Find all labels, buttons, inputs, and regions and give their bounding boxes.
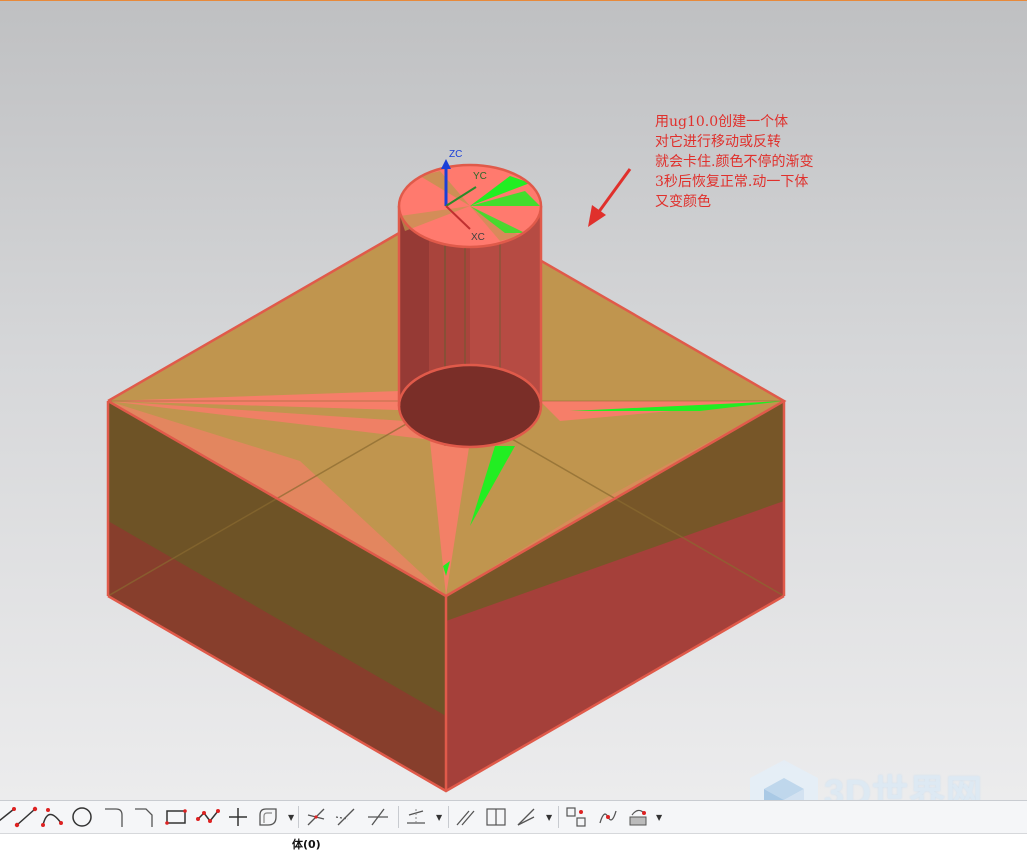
sketch-curve-toolbar: ▼ ▼ ▼ ▼ bbox=[0, 800, 1027, 834]
offset-curve-icon[interactable] bbox=[256, 805, 280, 829]
toolbar-separator bbox=[558, 806, 559, 828]
mirror-curve-icon[interactable] bbox=[596, 805, 620, 829]
toolbar-separator bbox=[448, 806, 449, 828]
make-corner-icon[interactable] bbox=[366, 805, 390, 829]
fillet-icon[interactable] bbox=[102, 805, 126, 829]
studio-spline-icon[interactable] bbox=[196, 805, 220, 829]
x-axis-label: XC bbox=[471, 232, 485, 243]
rapid-dimension-icon[interactable] bbox=[514, 805, 538, 829]
annotation-line: 3秒后恢复正常.动一下体 bbox=[655, 174, 809, 190]
geometric-constraints-icon[interactable] bbox=[454, 805, 478, 829]
chamfer-icon[interactable] bbox=[132, 805, 156, 829]
annotation-line: 对它进行移动或反转 bbox=[655, 134, 781, 150]
chevron-down-icon[interactable]: ▼ bbox=[436, 813, 442, 822]
display-constraints-icon[interactable] bbox=[484, 805, 508, 829]
chevron-down-icon[interactable]: ▼ bbox=[546, 813, 552, 822]
annotation-line: 用ug10.0创建一个体 bbox=[655, 114, 789, 130]
pattern-curve-icon[interactable] bbox=[564, 805, 588, 829]
derived-line-icon[interactable] bbox=[404, 805, 428, 829]
quick-trim-icon[interactable] bbox=[304, 805, 328, 829]
annotation-arrow bbox=[588, 168, 632, 227]
polyline-icon[interactable] bbox=[14, 805, 38, 829]
rectangle-icon[interactable] bbox=[164, 805, 188, 829]
toolbar-separator bbox=[398, 806, 399, 828]
toolbar-separator bbox=[298, 806, 299, 828]
circle-icon[interactable] bbox=[70, 805, 94, 829]
y-axis-label: YC bbox=[473, 171, 487, 182]
chevron-down-icon[interactable]: ▼ bbox=[288, 813, 294, 822]
point-icon[interactable] bbox=[226, 805, 250, 829]
status-bar: 体(0) bbox=[0, 834, 1027, 852]
graphics-viewport[interactable]: ZC YC XC 用ug10.0创建一个体 对它进行移动或反转 就会卡住.颜色不… bbox=[0, 0, 1027, 800]
annotation-note: 用ug10.0创建一个体 对它进行移动或反转 就会卡住.颜色不停的渐变 3秒后恢… bbox=[655, 112, 813, 212]
3d-model-scene[interactable] bbox=[0, 1, 1027, 800]
quick-extend-icon[interactable] bbox=[334, 805, 358, 829]
annotation-line: 就会卡住.颜色不停的渐变 bbox=[655, 154, 814, 170]
z-axis-label: ZC bbox=[449, 149, 463, 160]
arc-icon[interactable] bbox=[40, 805, 64, 829]
annotation-line: 又变颜色 bbox=[655, 194, 711, 210]
chevron-down-icon[interactable]: ▼ bbox=[656, 813, 662, 822]
project-curve-icon[interactable] bbox=[626, 805, 650, 829]
status-selection-count: 体(0) bbox=[292, 838, 321, 851]
